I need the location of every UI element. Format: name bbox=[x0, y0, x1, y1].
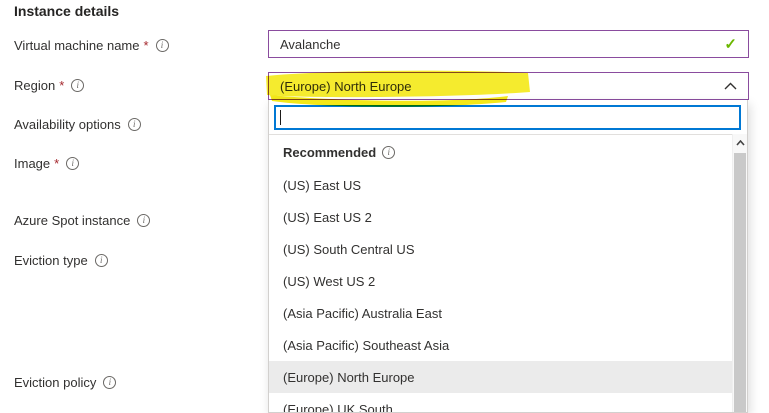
eviction-type-label-row: Eviction type i bbox=[14, 252, 108, 268]
region-option[interactable]: (US) South Central US bbox=[269, 233, 732, 265]
region-option[interactable]: (Asia Pacific) Australia East bbox=[269, 297, 732, 329]
scrollbar[interactable] bbox=[732, 134, 747, 412]
vm-name-label: Virtual machine name bbox=[14, 38, 140, 53]
region-search-input[interactable] bbox=[281, 110, 735, 125]
info-icon[interactable]: i bbox=[382, 146, 395, 159]
image-label-row: Image * i bbox=[14, 155, 79, 171]
required-asterisk: * bbox=[59, 78, 64, 93]
vm-name-label-row: Virtual machine name * i bbox=[14, 37, 169, 53]
instance-details-form: Instance details Virtual machine name*i … bbox=[0, 0, 769, 413]
scroll-up-icon bbox=[736, 140, 745, 146]
info-icon[interactable]: i bbox=[156, 39, 169, 52]
azure-spot-instance-label: Azure Spot instance bbox=[14, 213, 130, 228]
info-icon[interactable]: i bbox=[95, 254, 108, 267]
chevron-up-icon[interactable] bbox=[724, 82, 737, 90]
vm-name-input[interactable] bbox=[280, 37, 724, 52]
group-header-label: Recommended bbox=[283, 145, 376, 160]
section-title: Instance details bbox=[14, 3, 119, 19]
region-combobox[interactable]: (Europe) North Europe bbox=[268, 72, 749, 100]
info-icon[interactable]: i bbox=[103, 376, 116, 389]
info-icon[interactable]: i bbox=[137, 214, 150, 227]
region-option[interactable]: (US) East US 2 bbox=[269, 201, 732, 233]
azure-spot-instance-label-row: Azure Spot instance i bbox=[14, 212, 150, 228]
info-icon[interactable]: i bbox=[71, 79, 84, 92]
region-selected-value: (Europe) North Europe bbox=[280, 79, 412, 94]
valid-check-icon: ✓ bbox=[724, 35, 737, 53]
region-dropdown-panel: Recommended i (US) East US (US) East US … bbox=[268, 100, 748, 413]
region-option[interactable]: (Asia Pacific) Southeast Asia bbox=[269, 329, 732, 361]
region-option[interactable]: (US) West US 2 bbox=[269, 265, 732, 297]
scrollbar-thumb[interactable] bbox=[734, 153, 746, 413]
availability-options-label: Availability options bbox=[14, 117, 121, 132]
scroll-up-button[interactable] bbox=[733, 134, 747, 152]
vm-name-field[interactable]: ✓ bbox=[268, 30, 749, 58]
required-asterisk: * bbox=[54, 156, 59, 171]
region-list: Recommended i (US) East US (US) East US … bbox=[269, 135, 732, 412]
region-option-selected[interactable]: (Europe) North Europe bbox=[269, 361, 732, 393]
region-option[interactable]: (US) East US bbox=[269, 169, 732, 201]
availability-options-label-row: Availability options i bbox=[14, 116, 141, 132]
region-option[interactable]: (Europe) UK South bbox=[269, 393, 732, 413]
required-asterisk: * bbox=[144, 38, 149, 53]
eviction-policy-label: Eviction policy bbox=[14, 375, 96, 390]
region-search-field[interactable] bbox=[274, 105, 741, 130]
group-header-recommended: Recommended i bbox=[269, 135, 732, 169]
eviction-policy-label-row: Eviction policy i bbox=[14, 374, 116, 390]
region-label: Region bbox=[14, 78, 55, 93]
image-label: Image bbox=[14, 156, 50, 171]
info-icon[interactable]: i bbox=[66, 157, 79, 170]
info-icon[interactable]: i bbox=[128, 118, 141, 131]
region-label-row: Region * i bbox=[14, 77, 84, 93]
eviction-type-label: Eviction type bbox=[14, 253, 88, 268]
